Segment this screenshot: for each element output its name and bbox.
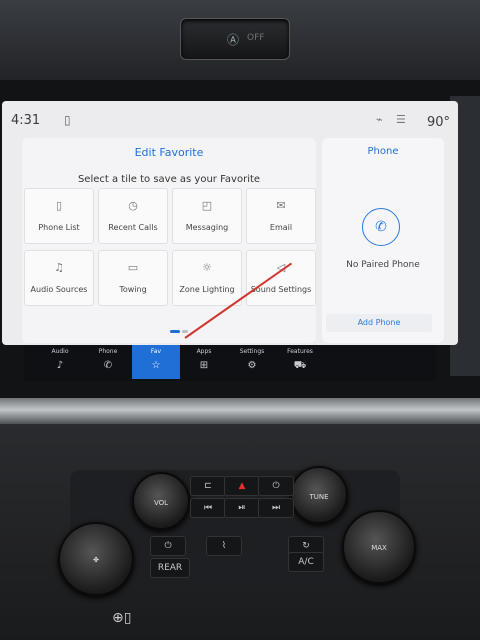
tile-recent-calls[interactable]: ◷ Recent Calls [98, 188, 168, 244]
phone-icon: ✆ [103, 360, 113, 371]
rear-label: REAR [157, 563, 183, 573]
feature-features[interactable]: Features ⛟ [276, 345, 324, 379]
outside-temperature: 90° [427, 115, 451, 130]
clock-icon: ◷ [128, 199, 138, 212]
feature-phone[interactable]: Phone ✆ [84, 345, 132, 379]
tile-label: Email [269, 223, 293, 232]
chrome-trim-strip [0, 398, 480, 424]
volume-knob[interactable]: VOL [132, 472, 190, 530]
seek-forward-button[interactable]: ⏭ [258, 498, 294, 518]
auto-hold-icon: Ⓐ [227, 33, 240, 47]
feature-fav[interactable]: Fav ☆ [132, 345, 180, 379]
phone-icon: ✆ [362, 208, 400, 246]
signal-icon: ☰ [396, 113, 406, 126]
feature-label: Features [287, 348, 313, 355]
speaker-icon: ◁ [276, 261, 286, 274]
sync-screen: 4:31 ▯ ⌁ ☰ 90° Edit Favorite Select a ti… [2, 101, 458, 345]
edit-favorite-title: Edit Favorite [134, 146, 204, 159]
gear-icon: ⚙ [247, 360, 257, 371]
chat-icon: ◰ [201, 199, 213, 212]
feature-label: Phone [98, 348, 118, 355]
bulb-icon: ☼ [202, 261, 212, 274]
tune-knob[interactable]: TUNE [290, 466, 348, 524]
trailer-icon: ▭ [127, 261, 139, 274]
tune-knob-label: TUNE [309, 492, 329, 501]
feature-label: Apps [196, 348, 212, 355]
star-icon: ☆ [151, 360, 161, 371]
envelope-icon: ✉ [276, 199, 286, 212]
fan-speed-knob[interactable]: ✤ [58, 522, 134, 596]
hazard-button[interactable]: ▲ [224, 476, 260, 496]
auto-hold-off-label: OFF [247, 33, 265, 43]
feature-apps[interactable]: Apps ⊞ [180, 345, 228, 379]
tile-label: Recent Calls [108, 223, 158, 232]
page-dot [182, 330, 188, 333]
apps-grid-icon: ⊞ [199, 360, 209, 371]
status-bar: 4:31 ▯ ⌁ ☰ 90° [2, 101, 458, 137]
tile-label: Audio Sources [30, 285, 88, 294]
page-dot [170, 330, 180, 333]
tile-label: Phone List [38, 223, 80, 232]
tile-label: Zone Lighting [179, 285, 235, 294]
rear-defrost-button[interactable]: REAR [150, 558, 190, 578]
tile-messaging[interactable]: ◰ Messaging [172, 188, 242, 244]
tile-towing[interactable]: ▭ Towing [98, 250, 168, 306]
phone-panel-title: Phone [367, 146, 399, 157]
ac-button[interactable]: A/C [288, 552, 324, 572]
phone-panel: Phone ✆ No Paired Phone Add Phone [322, 138, 444, 343]
feature-label: Fav [150, 348, 162, 355]
tile-audio-sources[interactable]: ♫ Audio Sources [24, 250, 94, 306]
phone-status-icon[interactable]: ▯ [64, 113, 71, 127]
media-source-button[interactable]: ⊏ [190, 476, 226, 496]
tile-label: Towing [119, 285, 147, 294]
tile-email[interactable]: ✉ Email [246, 188, 316, 244]
edit-favorite-panel: Edit Favorite Select a tile to save as y… [22, 138, 316, 343]
usb-port-icons: ⊕▯ [112, 610, 132, 626]
music-note-icon: ♪ [56, 360, 64, 371]
hazard-icon: ▲ [238, 481, 246, 491]
max-heat-label: MAX [371, 544, 387, 553]
feature-bar: Audio ♪ Phone ✆ Fav ☆ Apps ⊞ Settings ⚙ … [24, 345, 436, 381]
play-pause-button[interactable]: ⏯ [224, 498, 260, 518]
feature-label: Audio [51, 348, 69, 355]
power-button[interactable]: ⏻ [150, 536, 186, 556]
tile-label: Messaging [185, 223, 229, 232]
clock: 4:31 [11, 113, 41, 128]
ac-label: A/C [298, 557, 314, 567]
no-paired-phone-text: No Paired Phone [346, 260, 420, 270]
feature-settings[interactable]: Settings ⚙ [228, 345, 276, 379]
tile-phone-list[interactable]: ▯ Phone List [24, 188, 94, 244]
tile-zone-lighting[interactable]: ☼ Zone Lighting [172, 250, 242, 306]
phone-list-icon: ▯ [55, 199, 63, 212]
screen-off-button[interactable]: ⏻ [258, 476, 294, 496]
defrost-button[interactable]: ⌇ [206, 536, 242, 556]
seek-back-button[interactable]: ⏮ [190, 498, 226, 518]
auto-hold-button[interactable]: Ⓐ OFF [180, 18, 290, 60]
feature-audio[interactable]: Audio ♪ [36, 345, 84, 379]
tile-sound-settings[interactable]: ◁ Sound Settings [246, 250, 316, 306]
edit-favorite-instructions: Select a tile to save as your Favorite [77, 174, 261, 185]
fan-icon: ✤ [93, 556, 99, 565]
add-phone-button[interactable]: Add Phone [326, 314, 432, 332]
wifi-icon: ⌁ [376, 113, 383, 126]
feature-label: Settings [239, 348, 265, 355]
music-icon: ♫ [54, 261, 64, 274]
temperature-knob[interactable]: MAX [342, 510, 416, 584]
car-icon: ⛟ [293, 360, 307, 371]
volume-knob-label: VOL [153, 498, 169, 507]
